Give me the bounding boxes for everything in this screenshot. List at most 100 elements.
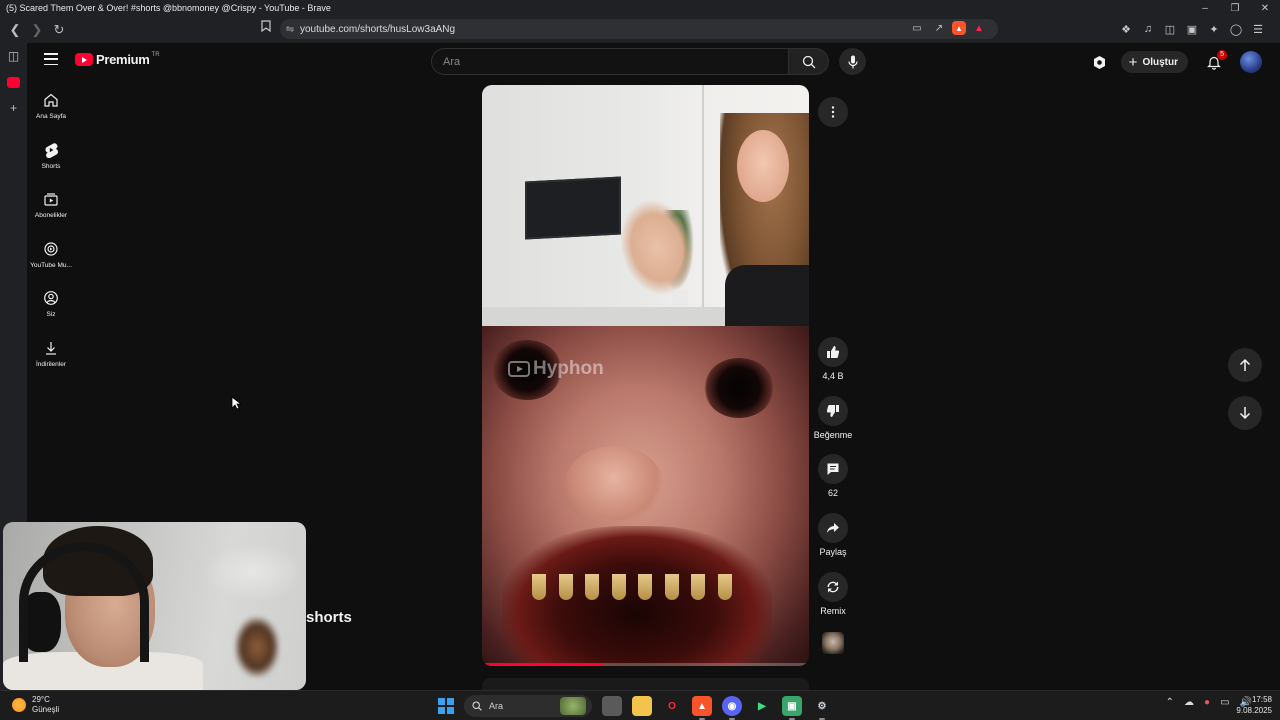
thumbs-down-icon — [826, 404, 839, 417]
close-icon[interactable]: ✕ — [1250, 3, 1280, 14]
thumbs-up-icon — [827, 346, 840, 358]
nav-item-shorts[interactable]: Shorts — [27, 133, 75, 183]
task-view-icon[interactable] — [602, 696, 622, 716]
shorts-icon — [45, 142, 58, 158]
subscriptions-icon — [44, 193, 58, 206]
comments-button[interactable] — [818, 454, 848, 485]
add-panel-icon[interactable]: + — [0, 95, 27, 121]
windows-taskbar: 29°C Güneşli Ara O ▲ ◉ ▶ ▣ ⚙ ⌃ ☁ ● ▭ 🔊 1… — [0, 690, 1280, 720]
webcam-overlay — [3, 522, 306, 690]
forward-icon[interactable]: ❯ — [27, 20, 47, 40]
vpn-icon[interactable]: ◯ — [1226, 20, 1246, 38]
comment-count: 62 — [827, 488, 838, 499]
nav-item-youtube-music[interactable]: YouTube Mu... — [27, 232, 75, 282]
country-code: TR — [151, 51, 160, 58]
youtube-premium-logo[interactable]: Premium TR — [75, 52, 160, 67]
nav-label: Siz — [46, 311, 56, 319]
create-button[interactable]: + Oluştur — [1120, 51, 1188, 73]
tray-chevron-icon[interactable]: ⌃ — [1166, 697, 1174, 708]
reload-icon[interactable]: ↻ — [49, 20, 69, 40]
remix-icon — [827, 581, 839, 593]
nav-label: Shorts — [41, 162, 61, 170]
brave-browser-icon[interactable]: ▲ — [692, 696, 712, 720]
back-icon[interactable]: ❮ — [5, 20, 25, 40]
site-info-icon[interactable]: ⇋ — [280, 24, 300, 35]
video-frame-bottom: Hyphon — [482, 326, 809, 666]
share-page-icon[interactable]: ↗ — [930, 19, 948, 37]
clock-time: 17:58 — [1251, 695, 1272, 704]
create-label: Oluştur — [1142, 56, 1178, 68]
like-count: 4,4 B — [822, 371, 844, 381]
account-avatar[interactable] — [1240, 51, 1262, 73]
clock-date: 9.08.2025 — [1236, 706, 1272, 715]
weather-widget[interactable]: 29°C Güneşli — [12, 695, 59, 715]
nav-item-subscriptions[interactable]: Abonelikler — [27, 182, 75, 232]
window-title: (5) Scared Them Over & Over! #shorts @bb… — [6, 3, 331, 13]
remix-label: Remix — [820, 605, 846, 616]
share-label: Paylaş — [819, 547, 847, 558]
file-explorer-icon[interactable] — [632, 696, 652, 716]
search-box — [431, 48, 789, 75]
video-frame-top — [482, 85, 809, 326]
restore-icon[interactable]: ❐ — [1220, 3, 1250, 14]
nav-label: İndirilenler — [36, 360, 66, 368]
sidebar-toggle-icon[interactable]: ◫ — [1160, 20, 1180, 38]
next-short-button[interactable] — [1228, 396, 1262, 430]
address-bar[interactable]: ⇋ youtube.com/shorts/husLow3aANg — [280, 19, 998, 39]
discord-icon[interactable]: ◉ — [722, 696, 742, 720]
share-button[interactable] — [818, 513, 848, 544]
you-icon — [44, 291, 58, 306]
browser-menu-icon[interactable]: ☰ — [1248, 20, 1268, 38]
sound-thumbnail[interactable] — [822, 632, 844, 655]
bookmark-icon[interactable] — [258, 20, 274, 38]
shorts-video-player[interactable]: Hyphon — [482, 85, 809, 666]
youtube-music-icon — [44, 242, 58, 256]
remix-button[interactable] — [818, 571, 848, 602]
wallet-icon[interactable]: ▣ — [1182, 20, 1202, 38]
start-button[interactable] — [438, 698, 454, 714]
app-icon-green[interactable]: ▣ — [782, 696, 802, 720]
media-icon[interactable]: ♫ — [1138, 20, 1158, 38]
taskbar-search[interactable]: Ara — [464, 695, 592, 717]
media-player-icon[interactable]: ▶ — [752, 696, 772, 716]
tray-mic-icon[interactable]: ● — [1204, 697, 1210, 708]
dislike-button[interactable] — [818, 395, 848, 426]
search-input[interactable] — [432, 49, 788, 74]
more-options-button[interactable] — [818, 97, 848, 127]
weather-condition: Güneşli — [32, 705, 60, 714]
brave-shields-icon[interactable]: ▲ — [952, 21, 966, 35]
brave-rewards-icon[interactable]: ▲ — [970, 19, 988, 37]
guide-menu-icon[interactable] — [44, 53, 58, 65]
nav-item-you[interactable]: Siz — [27, 281, 75, 331]
arrow-up-icon — [1239, 358, 1251, 371]
comment-icon — [827, 463, 839, 476]
extensions-icon[interactable]: ❖ — [1116, 20, 1136, 38]
onedrive-icon[interactable]: ☁ — [1184, 697, 1194, 708]
minimize-icon[interactable]: – — [1190, 3, 1220, 14]
youtube-tab-icon[interactable] — [0, 69, 27, 95]
opera-icon[interactable]: O — [662, 696, 682, 716]
previous-short-button[interactable] — [1228, 348, 1262, 382]
video-watermark: Hyphon — [508, 358, 604, 380]
cast-icon[interactable] — [1087, 49, 1113, 75]
nav-item-downloads[interactable]: İndirilenler — [27, 331, 75, 381]
mouse-cursor — [231, 396, 241, 410]
plus-icon: + — [1128, 53, 1138, 71]
cast-tab-icon[interactable]: ▭ — [908, 19, 926, 37]
panel-toggle-icon[interactable]: ◫ — [0, 43, 27, 69]
leo-ai-icon[interactable]: ✦ — [1204, 20, 1224, 38]
search-button[interactable] — [789, 48, 829, 75]
youtube-header: Premium TR + Oluştur 5 — [27, 43, 1280, 83]
like-button[interactable] — [818, 337, 848, 367]
sun-icon — [12, 698, 26, 712]
notifications-button[interactable]: 5 — [1202, 50, 1227, 74]
voice-search-button[interactable] — [839, 48, 866, 75]
arrow-down-icon — [1239, 407, 1251, 420]
steam-icon[interactable]: ⚙ — [812, 696, 832, 720]
nav-item-home[interactable]: Ana Sayfa — [27, 83, 75, 133]
dislike-label: Beğenme — [813, 429, 853, 440]
video-progress-bar[interactable] — [482, 663, 809, 666]
display-icon[interactable]: ▭ — [1220, 697, 1229, 708]
nav-label: YouTube Mu... — [30, 261, 72, 269]
system-clock[interactable]: 17:58 9.08.2025 — [1236, 694, 1272, 716]
